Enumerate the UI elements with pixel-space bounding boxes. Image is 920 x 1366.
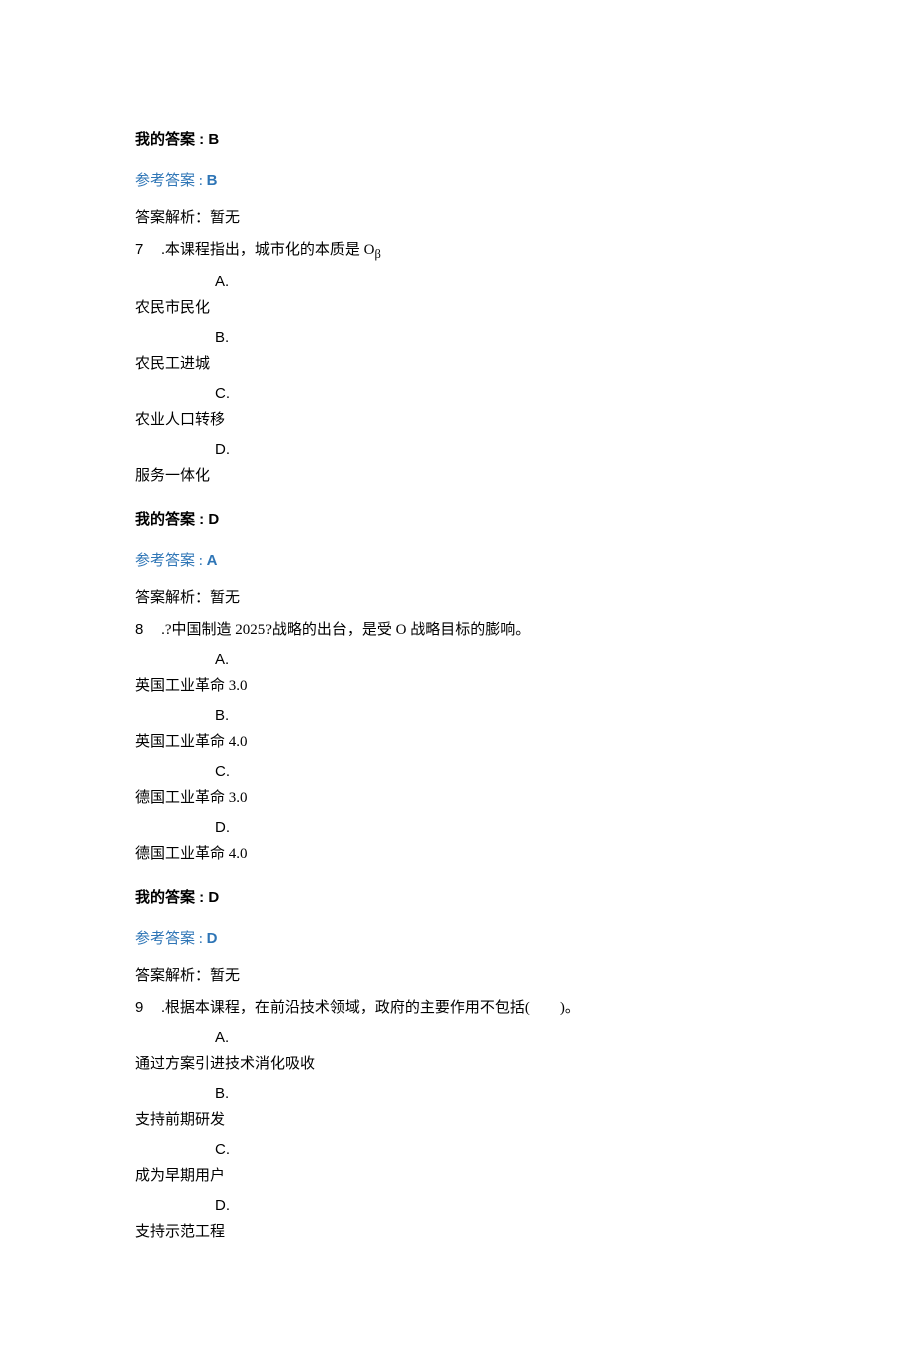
my-answer-q6: 我的答案 : B [135,126,785,153]
my-answer-q8: 我的答案 : D [135,884,785,911]
option-letter-B: B. [135,702,785,729]
analysis-q8: 答案解析：暂无 [135,963,785,990]
my-answer-label: 我的答案 : [135,511,208,528]
option-letter-C: C. [135,380,785,407]
question-9: 9 .根据本课程，在前沿技术领域，政府的主要作用不包括( )。 [135,994,785,1022]
ref-answer-value: B [207,172,218,189]
question-stem: .根据本课程，在前沿技术领域，政府的主要作用不包括( )。 [157,1000,580,1016]
ref-answer-q7: 参考答案 : A [135,547,785,575]
ref-answer-label: 参考答案 : [135,173,207,189]
question-number: 7 [135,236,143,263]
option-letter-A: A. [135,268,785,295]
my-answer-value: B [208,131,219,148]
option-text-B: 农民工进城 [135,351,785,378]
ref-answer-q6: 参考答案 : B [135,167,785,195]
ref-answer-value: A [207,552,218,569]
option-letter-D: D. [135,1192,785,1219]
question-8: 8 .?中国制造 2025?战略的出台，是受 O 战略目标的膨响。 [135,616,785,644]
ref-answer-label: 参考答案 : [135,931,207,947]
option-text-D: 德国工业革命 4.0 [135,841,785,868]
analysis-prefix: 答案解析： [135,968,210,984]
option-letter-B: B. [135,324,785,351]
question-number: 9 [135,994,143,1021]
my-answer-q7: 我的答案 : D [135,506,785,533]
option-text-A: 英国工业革命 3.0 [135,673,785,700]
option-text-A: 农民市民化 [135,295,785,322]
question-stem: .?中国制造 2025?战略的出台，是受 O 战略目标的膨响。 [157,622,530,638]
option-text-D: 支持示范工程 [135,1219,785,1246]
my-answer-value: D [208,511,219,528]
ref-answer-value: D [207,930,218,947]
analysis-q7: 答案解析：暂无 [135,585,785,612]
option-letter-C: C. [135,758,785,785]
my-answer-label: 我的答案 : [135,889,208,906]
option-text-C: 德国工业革命 3.0 [135,785,785,812]
question-number: 8 [135,616,143,643]
option-letter-B: B. [135,1080,785,1107]
option-letter-A: A. [135,1024,785,1051]
analysis-prefix: 答案解析： [135,210,210,226]
analysis-value: 暂无 [210,968,240,984]
option-letter-C: C. [135,1136,785,1163]
option-letter-A: A. [135,646,785,673]
option-text-A: 通过方案引进技术消化吸收 [135,1051,785,1078]
analysis-prefix: 答案解析： [135,590,210,606]
my-answer-label: 我的答案 : [135,131,208,148]
option-text-C: 成为早期用户 [135,1163,785,1190]
analysis-q6: 答案解析：暂无 [135,205,785,232]
option-text-B: 支持前期研发 [135,1107,785,1134]
analysis-value: 暂无 [210,210,240,226]
ref-answer-label: 参考答案 : [135,553,207,569]
question-stem: .本课程指出，城市化的本质是 Oβ [157,242,380,258]
option-text-C: 农业人口转移 [135,407,785,434]
option-text-B: 英国工业革命 4.0 [135,729,785,756]
option-text-D: 服务一体化 [135,463,785,490]
question-7: 7 .本课程指出，城市化的本质是 Oβ [135,236,785,266]
option-letter-D: D. [135,436,785,463]
my-answer-value: D [208,889,219,906]
option-letter-D: D. [135,814,785,841]
ref-answer-q8: 参考答案 : D [135,925,785,953]
analysis-value: 暂无 [210,590,240,606]
